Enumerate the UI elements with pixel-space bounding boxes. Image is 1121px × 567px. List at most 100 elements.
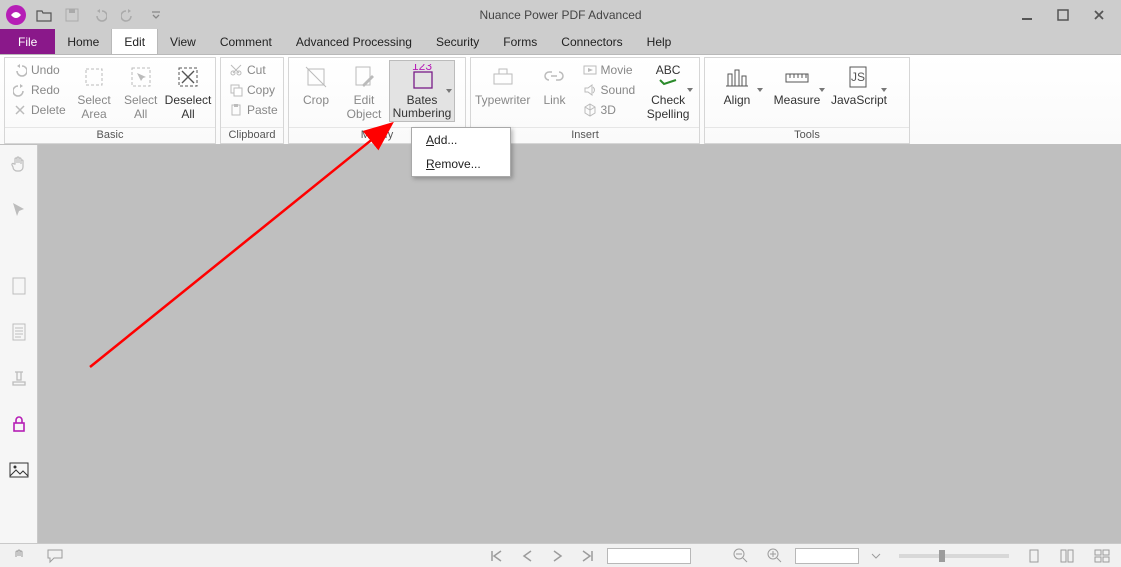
- deselect-all-button[interactable]: Deselect All: [165, 60, 211, 122]
- document-workspace: [38, 145, 1121, 543]
- quick-access-dropdown-icon[interactable]: [144, 4, 168, 26]
- align-button[interactable]: Align: [709, 60, 765, 122]
- title-bar: Nuance Power PDF Advanced: [0, 0, 1121, 29]
- link-button[interactable]: Link: [532, 60, 576, 122]
- app-menu-button[interactable]: [4, 4, 28, 26]
- app-logo-icon: [6, 5, 26, 25]
- tab-home[interactable]: Home: [55, 29, 111, 54]
- hand-tool-button[interactable]: [6, 151, 32, 177]
- open-icon[interactable]: [32, 4, 56, 26]
- next-page-button[interactable]: [545, 549, 569, 563]
- link-icon: [542, 66, 566, 88]
- zoom-out-button[interactable]: [727, 548, 755, 564]
- align-icon: [724, 66, 750, 88]
- prev-page-button[interactable]: [515, 549, 539, 563]
- javascript-label: JavaScript: [831, 93, 887, 107]
- stamp-panel-button[interactable]: [6, 365, 32, 391]
- select-tool-button[interactable]: [6, 197, 32, 223]
- copy-button[interactable]: Copy: [225, 80, 282, 100]
- check-spelling-button[interactable]: ABC Check Spelling: [641, 60, 695, 122]
- align-label: Align: [724, 93, 751, 107]
- bates-numbering-icon: 123: [408, 64, 436, 90]
- group-basic-label: Basic: [5, 127, 215, 143]
- page-number-input[interactable]: [607, 548, 691, 564]
- last-page-button[interactable]: [575, 549, 601, 563]
- paste-icon: [229, 103, 243, 117]
- menu-item-add[interactable]: Add...: [412, 128, 510, 152]
- facing-view-icon[interactable]: [1087, 548, 1117, 564]
- tab-file[interactable]: File: [0, 29, 55, 54]
- paste-label: Paste: [247, 103, 278, 117]
- zoom-slider-thumb[interactable]: [939, 550, 945, 562]
- tab-forms[interactable]: Forms: [491, 29, 549, 54]
- tab-edit[interactable]: Edit: [111, 29, 158, 54]
- delete-button[interactable]: Delete: [9, 100, 70, 120]
- single-page-view-icon[interactable]: [1021, 548, 1047, 564]
- cut-button[interactable]: Cut: [225, 60, 282, 80]
- zoom-slider[interactable]: [899, 554, 1009, 558]
- redo-button[interactable]: Redo: [9, 80, 70, 100]
- menu-item-remove[interactable]: Remove...: [412, 152, 510, 176]
- image-panel-button[interactable]: [6, 457, 32, 483]
- undo-button[interactable]: Undo: [9, 60, 70, 80]
- paste-button[interactable]: Paste: [225, 100, 282, 120]
- left-toolbar: [0, 145, 38, 543]
- page-panel-button[interactable]: [6, 273, 32, 299]
- deselect-all-icon: [177, 66, 199, 88]
- maximize-button[interactable]: [1045, 4, 1081, 26]
- select-all-label: Select All: [124, 93, 157, 121]
- ribbon-tabs: File Home Edit View Comment Advanced Pro…: [0, 29, 1121, 55]
- 3d-label: 3D: [601, 103, 616, 117]
- tab-comment[interactable]: Comment: [208, 29, 284, 54]
- svg-text:123: 123: [412, 64, 432, 73]
- undo-label: Undo: [31, 63, 60, 77]
- zoom-level-input[interactable]: [795, 548, 859, 564]
- continuous-view-icon[interactable]: [1053, 548, 1081, 564]
- 3d-button[interactable]: 3D: [579, 100, 640, 120]
- redo-icon[interactable]: [116, 4, 140, 26]
- link-label: Link: [543, 93, 565, 107]
- movie-button[interactable]: Movie: [579, 60, 640, 80]
- measure-button[interactable]: Measure: [767, 60, 827, 122]
- movie-label: Movie: [601, 63, 633, 77]
- tab-help[interactable]: Help: [635, 29, 684, 54]
- save-icon[interactable]: [60, 4, 84, 26]
- security-panel-button[interactable]: [6, 411, 32, 437]
- cut-label: Cut: [247, 63, 266, 77]
- minimize-button[interactable]: [1009, 4, 1045, 26]
- first-page-button[interactable]: [483, 549, 509, 563]
- javascript-button[interactable]: JS JavaScript: [829, 60, 889, 122]
- tab-security[interactable]: Security: [424, 29, 491, 54]
- sound-button[interactable]: Sound: [579, 80, 640, 100]
- text-panel-button[interactable]: [6, 319, 32, 345]
- select-all-button[interactable]: Select All: [118, 60, 163, 122]
- zoom-in-button[interactable]: [761, 548, 789, 564]
- undo-icon[interactable]: [88, 4, 112, 26]
- deselect-all-label: Deselect All: [165, 93, 212, 121]
- select-area-button[interactable]: Select Area: [72, 60, 117, 122]
- pan-view-icon[interactable]: [4, 547, 34, 565]
- crop-icon: [304, 65, 328, 89]
- crop-button[interactable]: Crop: [293, 60, 339, 122]
- zoom-dropdown-icon[interactable]: [865, 551, 887, 561]
- tab-connectors[interactable]: Connectors: [549, 29, 634, 54]
- sound-label: Sound: [601, 83, 636, 97]
- ruler-icon: [784, 66, 810, 88]
- check-spelling-label: Check Spelling: [647, 93, 690, 121]
- edit-object-button[interactable]: Edit Object: [341, 60, 387, 122]
- edit-object-label: Edit Object: [347, 93, 382, 121]
- status-bar: [0, 543, 1121, 567]
- group-clipboard-label: Clipboard: [221, 127, 283, 143]
- group-basic: Undo Redo Delete Select Area Select All …: [4, 57, 216, 144]
- typewriter-button[interactable]: Typewriter: [475, 60, 530, 122]
- bates-numbering-button[interactable]: 123 Bates Numbering: [389, 60, 455, 122]
- close-button[interactable]: [1081, 4, 1117, 26]
- group-tools: Align Measure JS JavaScript Tools: [704, 57, 910, 144]
- tab-view[interactable]: View: [158, 29, 208, 54]
- delete-label: Delete: [31, 103, 66, 117]
- edit-object-icon: [352, 65, 376, 89]
- comment-view-icon[interactable]: [40, 548, 70, 564]
- tab-advanced-processing[interactable]: Advanced Processing: [284, 29, 424, 54]
- basic-stack: Undo Redo Delete: [9, 60, 70, 120]
- abc-icon: ABC: [656, 64, 681, 89]
